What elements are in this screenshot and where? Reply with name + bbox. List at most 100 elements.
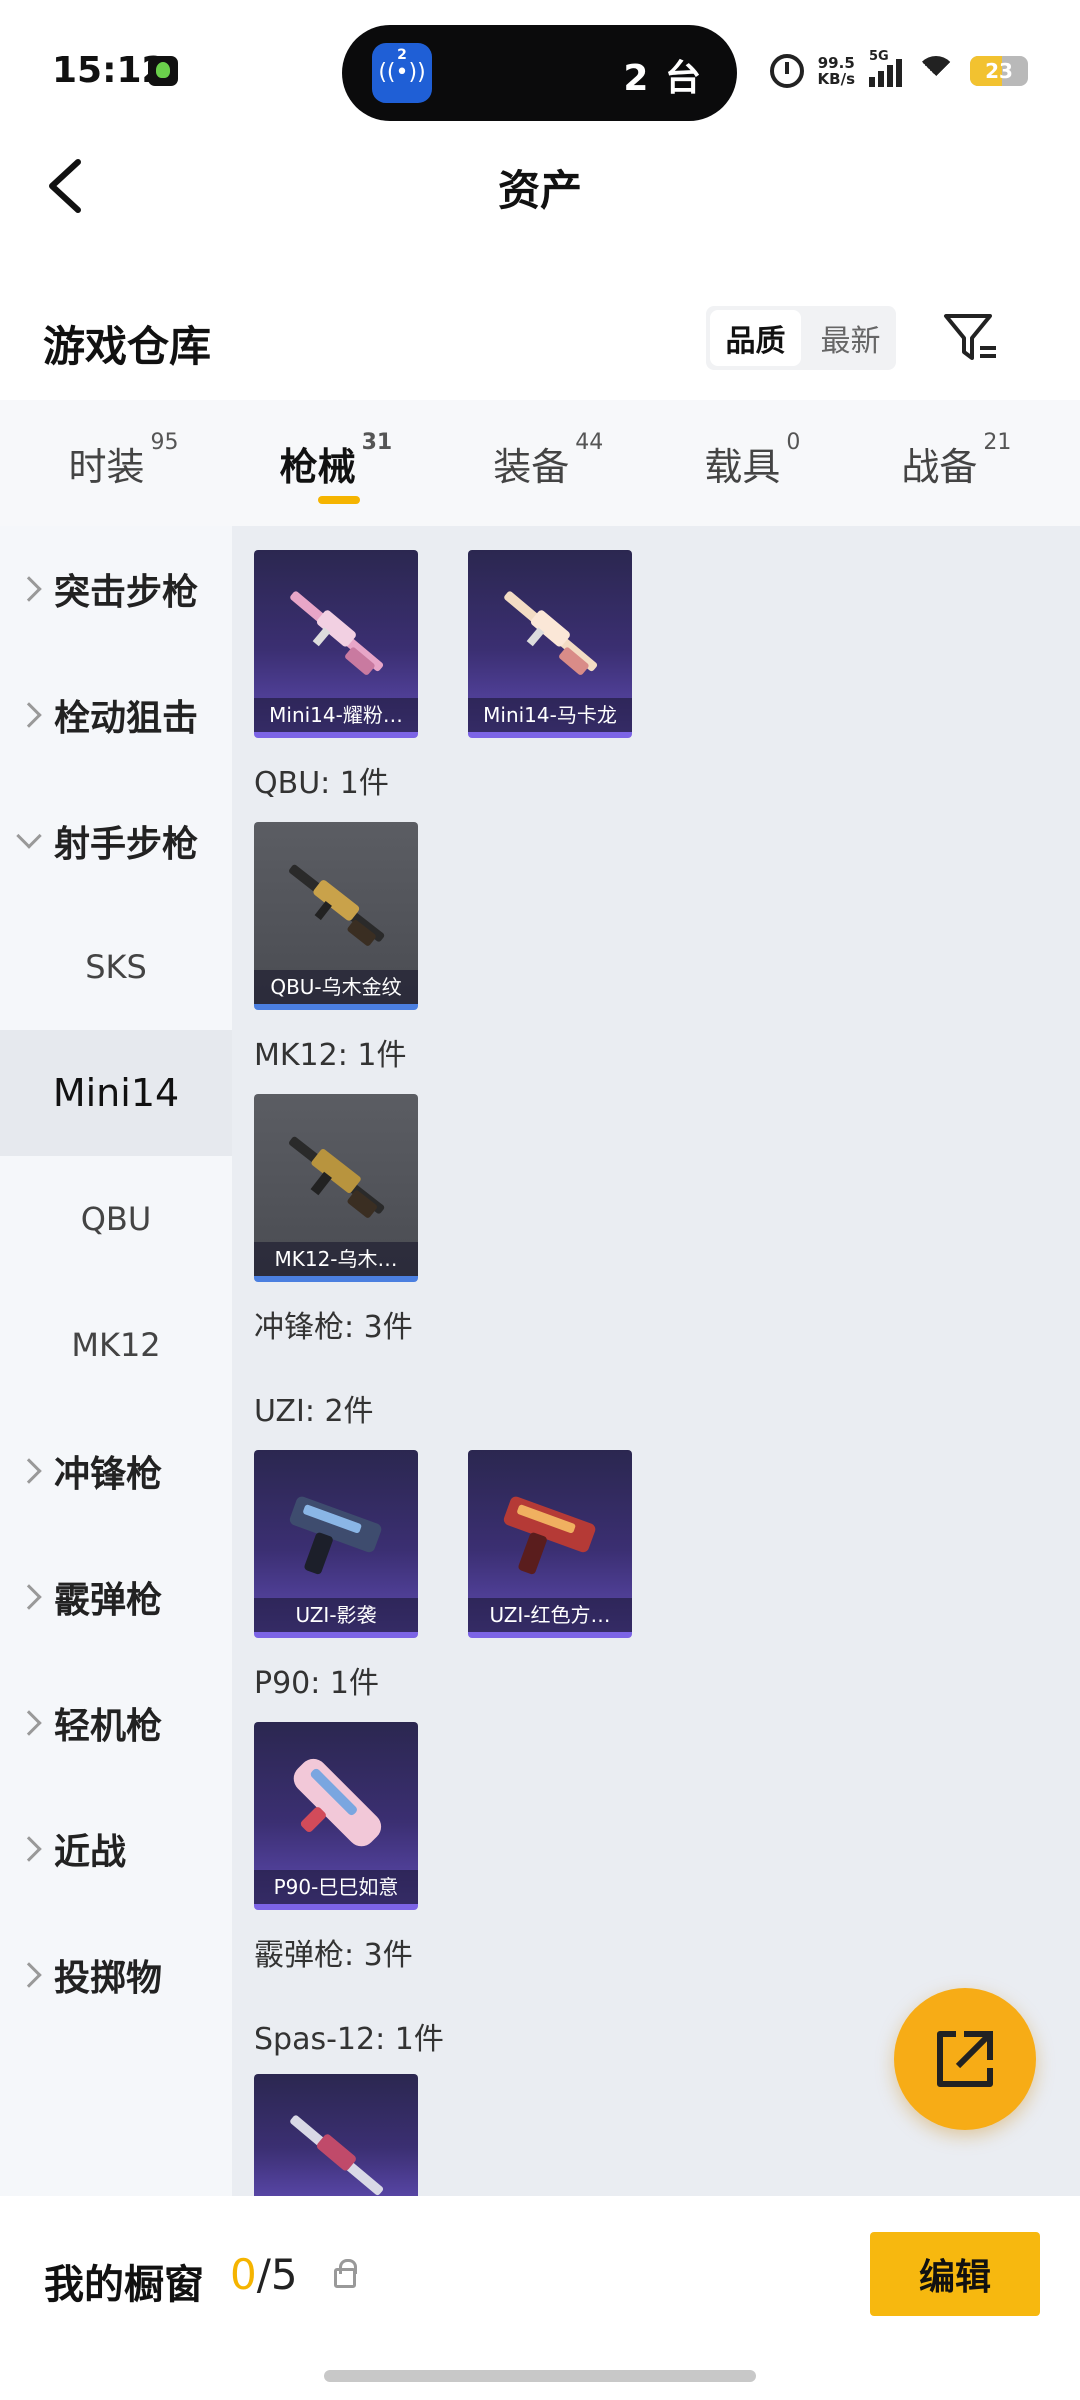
tab-guns[interactable]: 枪械 31 [279, 400, 393, 526]
showcase-title: 我的橱窗 [44, 2262, 204, 2308]
weapon-card[interactable]: MK12-乌木… [254, 1094, 418, 1282]
weapon-card-name: UZI-影袭 [254, 1598, 418, 1632]
group-label: P90: 1件 [254, 1666, 379, 1701]
chevron-right-icon [16, 1710, 42, 1736]
sidebar-item-label: 轻机枪 [54, 1706, 163, 1747]
net-speed-value: 99.5 [817, 54, 855, 72]
tab-count: 95 [150, 430, 179, 455]
tab-label: 装备 [493, 445, 570, 489]
share-fab-button[interactable] [894, 1988, 1036, 2130]
sidebar-item-melee[interactable]: 近战 [0, 1786, 232, 1912]
chevron-right-icon [16, 576, 42, 602]
sidebar-subitem-sks[interactable]: SKS [0, 904, 232, 1030]
chevron-right-icon [16, 1458, 42, 1484]
weapon-card[interactable]: Mini14-耀粉… [254, 550, 418, 738]
battery-level: 23 [985, 59, 1013, 83]
sort-toggle[interactable]: 品质 最新 [706, 306, 896, 370]
chevron-right-icon [16, 702, 42, 728]
tab-count: 0 [786, 430, 801, 455]
group-label: MK12: 1件 [254, 1038, 407, 1073]
group-label: 霰弹枪: 3件 [254, 1938, 413, 1973]
sidebar-item-throwable[interactable]: 投掷物 [0, 1912, 232, 2038]
filter-icon[interactable] [940, 310, 1000, 366]
sidebar-item-smg[interactable]: 冲锋枪 [0, 1408, 232, 1534]
tab-count: 31 [361, 430, 393, 455]
app-notification-icon [148, 56, 178, 86]
tab-combat-gear[interactable]: 战备 21 [901, 400, 1011, 526]
sidebar-item-label: 射手步枪 [54, 824, 199, 865]
island-text: 2 台 [623, 58, 703, 99]
smg-icon [293, 1758, 382, 1847]
sort-option-quality[interactable]: 品质 [710, 310, 801, 366]
weapon-card-name: P90-巳巳如意 [254, 1870, 418, 1904]
sidebar-subitem-qbu[interactable]: QBU [0, 1156, 232, 1282]
lock-icon [334, 2259, 357, 2288]
showcase-count: 0/5 [230, 2250, 298, 2299]
weapon-type-sidebar: 突击步枪 栓动狙击 射手步枪 SKS Mini14 QBU MK12 冲锋枪 霰… [0, 526, 232, 2196]
weapon-card-name: Mini14-马卡龙 [468, 698, 632, 732]
sort-option-latest[interactable]: 最新 [805, 306, 896, 370]
net-speed-unit: KB/s [817, 70, 855, 88]
chevron-right-icon [16, 1836, 42, 1862]
sidebar-item-label: 栓动狙击 [54, 698, 199, 739]
sidebar-item-label: 投掷物 [54, 1958, 163, 1999]
warehouse-title: 游戏仓库 [43, 322, 212, 371]
status-bar: 15:12 2 ((•)) 2 台 99.5 KB/s 5G 23 [0, 0, 1080, 130]
chevron-right-icon [16, 1584, 42, 1610]
group-label: Spas-12: 1件 [254, 2022, 444, 2057]
wifi-icon [916, 56, 956, 86]
chevron-down-icon [16, 823, 42, 849]
weapon-card-name: QBU-乌木金纹 [254, 970, 418, 1004]
signal-label: 5G [869, 49, 889, 64]
weapon-card[interactable]: P90-巳巳如意 [254, 1722, 418, 1910]
weapon-card[interactable]: UZI-红色方… [468, 1450, 632, 1638]
sidebar-item-label: 霰弹枪 [54, 1580, 163, 1621]
tab-equipment[interactable]: 装备 44 [493, 400, 603, 526]
tab-count: 21 [983, 430, 1012, 455]
sidebar-item-label: 突击步枪 [54, 572, 199, 613]
dynamic-island[interactable]: 2 ((•)) 2 台 [342, 25, 737, 121]
weapon-card-name: MK12-乌木… [254, 1242, 418, 1276]
tab-label: 时装 [68, 445, 145, 489]
weapon-card[interactable] [254, 2074, 418, 2196]
group-label: UZI: 2件 [254, 1394, 374, 1429]
smg-icon [503, 1496, 596, 1575]
sidebar-subitem-mini14[interactable]: Mini14 [0, 1030, 232, 1156]
group-label: QBU: 1件 [254, 766, 389, 801]
tab-fashion[interactable]: 时装 95 [69, 400, 179, 526]
sidebar-item-label: 近战 [54, 1832, 127, 1873]
sidebar-item-lmg[interactable]: 轻机枪 [0, 1660, 232, 1786]
sidebar-item-assault-rifle[interactable]: 突击步枪 [0, 526, 232, 652]
cell-signal-icon: 5G [869, 49, 902, 87]
page-title: 资产 [497, 166, 582, 215]
sidebar-item-marksman-rifle[interactable]: 射手步枪 [0, 778, 232, 904]
broadcast-icon: 2 ((•)) [372, 43, 432, 103]
alarm-icon [769, 54, 804, 88]
rifle-icon [290, 591, 384, 675]
sidebar-item-label: 冲锋枪 [54, 1454, 163, 1495]
battery-icon: 23 [970, 56, 1028, 86]
smg-icon [289, 1496, 382, 1575]
showcase-bar: 我的橱窗 0/5 编辑 [0, 2196, 1080, 2400]
rifle-icon [289, 864, 385, 946]
shotgun-icon [290, 2115, 384, 2196]
tab-label: 枪械 [279, 445, 356, 489]
tab-count: 44 [575, 430, 604, 455]
chevron-right-icon [16, 1962, 42, 1988]
weapon-grid: Mini14-耀粉… Mini14-马卡龙 QBU: 1件 QBU-乌木金纹 M… [232, 526, 1080, 2196]
showcase-count-current: 0 [230, 2250, 257, 2299]
home-indicator[interactable] [324, 2370, 756, 2382]
sidebar-subitem-mk12[interactable]: MK12 [0, 1282, 232, 1408]
tab-vehicles[interactable]: 载具 0 [704, 400, 800, 526]
status-icons: 99.5 KB/s 5G 23 [769, 48, 1028, 94]
net-speed: 99.5 KB/s [818, 55, 855, 87]
weapon-card[interactable]: QBU-乌木金纹 [254, 822, 418, 1010]
weapon-card[interactable]: Mini14-马卡龙 [468, 550, 632, 738]
edit-button[interactable]: 编辑 [870, 2232, 1040, 2316]
weapon-card[interactable]: UZI-影袭 [254, 1450, 418, 1638]
sidebar-item-bolt-sniper[interactable]: 栓动狙击 [0, 652, 232, 778]
weapon-card-name: UZI-红色方… [468, 1598, 632, 1632]
group-label: 冲锋枪: 3件 [254, 1310, 413, 1345]
rifle-icon [289, 1136, 385, 1218]
sidebar-item-shotgun[interactable]: 霰弹枪 [0, 1534, 232, 1660]
